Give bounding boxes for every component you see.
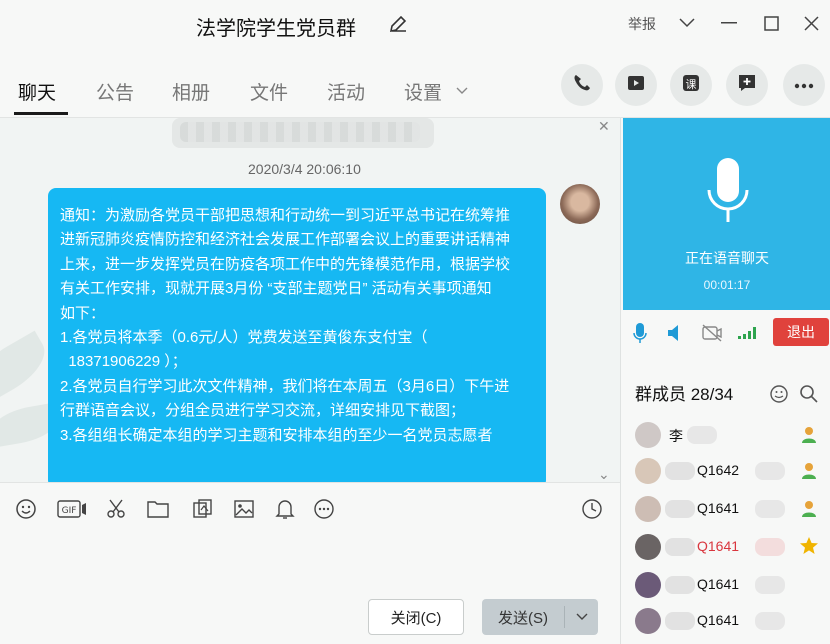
voice-chat-panel: 正在语音聊天 00:01:17 xyxy=(623,118,830,310)
more-button[interactable] xyxy=(783,64,825,106)
bell-icon[interactable] xyxy=(273,497,297,521)
member-row[interactable]: Q1642 xyxy=(635,456,825,486)
signal-icon xyxy=(737,322,759,344)
add-app-icon xyxy=(737,73,757,98)
scroll-down-icon[interactable]: ⌄ xyxy=(598,466,610,482)
speaker-icon[interactable] xyxy=(663,322,685,344)
folder-icon[interactable] xyxy=(146,497,170,521)
camera-off-icon[interactable] xyxy=(701,322,723,344)
message-timestamp: 2020/3/4 20:06:10 xyxy=(248,161,361,177)
member-role-icon xyxy=(799,424,819,444)
screenshot-icon[interactable] xyxy=(190,497,214,521)
more-icon xyxy=(794,76,814,94)
avatar xyxy=(635,458,661,484)
blur-overlay xyxy=(755,500,785,518)
avatar xyxy=(635,422,661,448)
blur-overlay xyxy=(755,462,785,480)
tab-activity[interactable]: 活动 xyxy=(327,78,365,105)
gif-icon[interactable]: GIF xyxy=(56,497,88,521)
svg-text:课: 课 xyxy=(686,78,697,91)
member-row[interactable]: Q1641 xyxy=(635,570,825,600)
blur-overlay xyxy=(665,462,695,480)
avatar xyxy=(635,534,661,560)
member-row[interactable]: Q1641 xyxy=(635,532,825,562)
member-name: Q1641 xyxy=(697,576,740,592)
blur-overlay xyxy=(665,538,695,556)
background-leaf xyxy=(0,330,55,406)
member-role-icon xyxy=(799,498,819,518)
more-icon[interactable] xyxy=(312,497,336,521)
exit-voice-button[interactable]: 退出 xyxy=(773,318,829,346)
voice-status: 正在语音聊天 xyxy=(685,250,769,266)
edit-icon[interactable] xyxy=(388,14,408,34)
report-link[interactable]: 举报 xyxy=(628,14,656,34)
voice-timer: 00:01:17 xyxy=(703,278,751,292)
close-icon[interactable]: ✕ xyxy=(598,118,610,135)
invite-icon[interactable] xyxy=(769,384,789,409)
microphone-icon[interactable] xyxy=(629,322,651,344)
group-title: 法学院学生党员群 xyxy=(196,18,356,40)
close-icon[interactable] xyxy=(800,12,822,34)
avatar xyxy=(635,572,661,598)
send-button-label: 发送(S) xyxy=(498,609,548,627)
blur-overlay xyxy=(665,500,695,518)
member-row[interactable]: Q1641 xyxy=(635,494,825,524)
video-call-button[interactable] xyxy=(615,64,657,106)
phone-icon xyxy=(572,73,592,98)
blur-overlay xyxy=(755,538,785,556)
avatar xyxy=(635,608,661,634)
minimize-icon[interactable] xyxy=(718,12,740,34)
voice-call-button[interactable] xyxy=(561,64,603,106)
member-name: 李 xyxy=(669,428,683,444)
member-name: Q1641 xyxy=(697,538,740,554)
member-name: Q1641 xyxy=(697,612,740,628)
member-name: Q1642 xyxy=(697,462,740,478)
search-icon[interactable] xyxy=(799,384,819,409)
avatar xyxy=(635,496,661,522)
member-name: Q1641 xyxy=(697,500,740,516)
message-bubble[interactable]: 通知：为激励各党员干部把思想和行动统一到习近平总书记在统筹推 进新冠肺炎疫情防控… xyxy=(48,188,546,482)
title-bar: 法学院学生党员群 举报 xyxy=(0,0,830,52)
image-icon[interactable] xyxy=(232,497,256,521)
active-tab-indicator xyxy=(14,112,68,115)
course-icon: 课 xyxy=(681,73,701,98)
history-icon[interactable] xyxy=(580,497,604,521)
right-panel: 正在语音聊天 00:01:17 退出 群成员 28/34 李 Q1642 Q16… xyxy=(620,118,830,644)
tab-files[interactable]: 文件 xyxy=(250,78,288,105)
blur-overlay xyxy=(665,612,695,630)
tab-announcement[interactable]: 公告 xyxy=(96,78,134,105)
tab-settings[interactable]: 设置 xyxy=(404,78,442,105)
svg-text:GIF: GIF xyxy=(62,506,77,516)
chat-area[interactable]: ✕ 2020/3/4 20:06:10 通知：为激励各党员干部把思想和行动统一到… xyxy=(0,118,620,482)
scissors-icon[interactable] xyxy=(104,497,128,521)
blur-overlay xyxy=(180,122,420,142)
chevron-down-icon[interactable] xyxy=(456,82,468,100)
blur-overlay xyxy=(687,426,717,444)
members-title: 群成员 28/34 xyxy=(635,385,734,404)
member-row[interactable]: Q1641 xyxy=(635,606,825,636)
add-app-button[interactable] xyxy=(726,64,768,106)
voice-controls: 退出 xyxy=(621,310,830,356)
member-row[interactable]: 李 xyxy=(635,420,825,450)
course-button[interactable]: 课 xyxy=(670,64,712,106)
microphone-icon xyxy=(705,156,751,233)
chevron-down-icon[interactable] xyxy=(676,12,698,34)
chevron-down-icon[interactable] xyxy=(565,613,598,621)
close-button[interactable]: 关闭(C) xyxy=(368,599,464,635)
blur-overlay xyxy=(665,576,695,594)
tab-album[interactable]: 相册 xyxy=(172,78,210,105)
blur-overlay xyxy=(755,612,785,630)
emoji-icon[interactable] xyxy=(14,497,38,521)
send-button[interactable]: 发送(S) xyxy=(482,599,598,635)
video-icon xyxy=(626,73,646,98)
maximize-icon[interactable] xyxy=(760,12,782,34)
member-role-icon xyxy=(799,460,819,480)
tab-chat[interactable]: 聊天 xyxy=(18,78,56,105)
message-input-area[interactable]: GIF 关闭(C) 发送(S) xyxy=(0,482,620,644)
blur-overlay xyxy=(755,576,785,594)
avatar[interactable] xyxy=(560,184,600,224)
star-icon xyxy=(799,536,819,556)
